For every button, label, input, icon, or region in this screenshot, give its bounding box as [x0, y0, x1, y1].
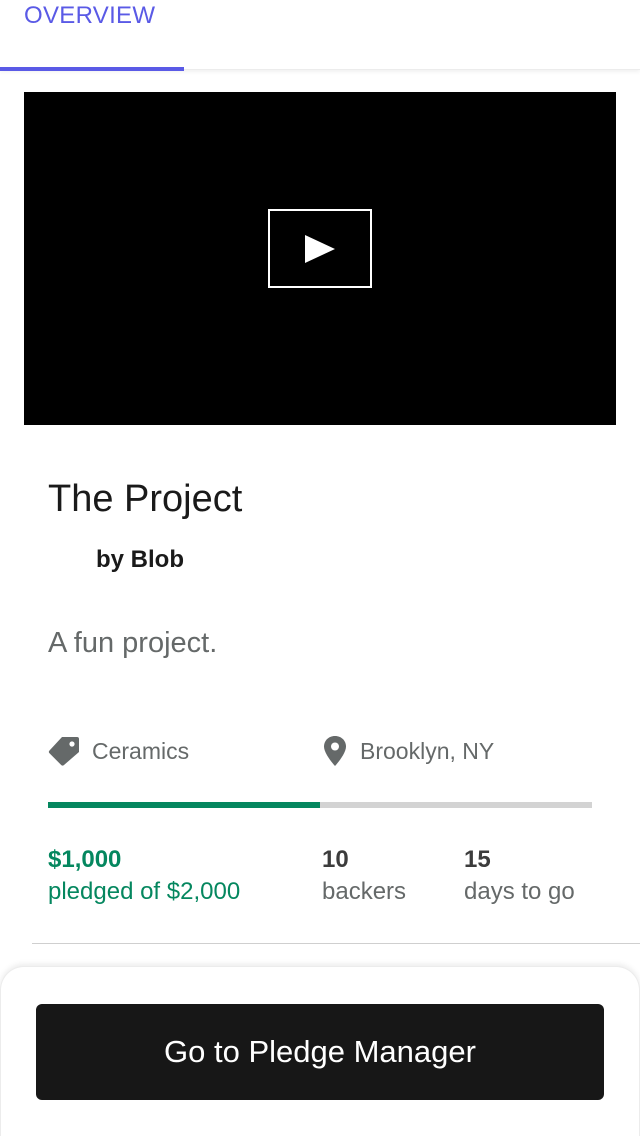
creator-name[interactable]: by Blob — [96, 546, 184, 574]
backers-count: 10 — [322, 846, 349, 873]
tab-overview[interactable]: OVERVIEW — [0, 0, 184, 71]
play-icon — [305, 234, 335, 263]
divider — [32, 943, 640, 944]
stat-pledged: $1,000 pledged of $2,000 — [48, 845, 240, 909]
days-label: days to go — [464, 878, 575, 905]
tag-icon — [48, 737, 79, 766]
location-link[interactable]: Brooklyn, NY — [322, 734, 494, 768]
funding-progress-bar — [48, 802, 592, 808]
video-player[interactable] — [24, 92, 616, 425]
pledged-goal-label: pledged of $2,000 — [48, 878, 241, 905]
tab-selected-indicator — [0, 67, 184, 71]
backers-label: backers — [322, 878, 407, 905]
project-blurb: A fun project. — [48, 627, 218, 659]
pledged-amount: $1,000 — [48, 846, 122, 873]
project-title: The Project — [48, 478, 243, 520]
category-label: Ceramics — [92, 737, 190, 764]
funding-progress-fill — [48, 802, 320, 808]
play-button[interactable] — [268, 209, 372, 288]
location-label: Brooklyn, NY — [360, 737, 495, 764]
stat-days: 15 days to go — [464, 845, 575, 909]
pledge-manager-button[interactable]: Go to Pledge Manager — [36, 1004, 604, 1100]
stat-backers: 10 backers — [322, 845, 406, 909]
category-link[interactable]: Ceramics — [48, 734, 189, 768]
location-pin-icon — [324, 736, 346, 766]
tab-overview-label: OVERVIEW — [24, 2, 156, 29]
days-count: 15 — [464, 846, 491, 873]
tab-bar: OVERVIEW — [0, 0, 640, 71]
